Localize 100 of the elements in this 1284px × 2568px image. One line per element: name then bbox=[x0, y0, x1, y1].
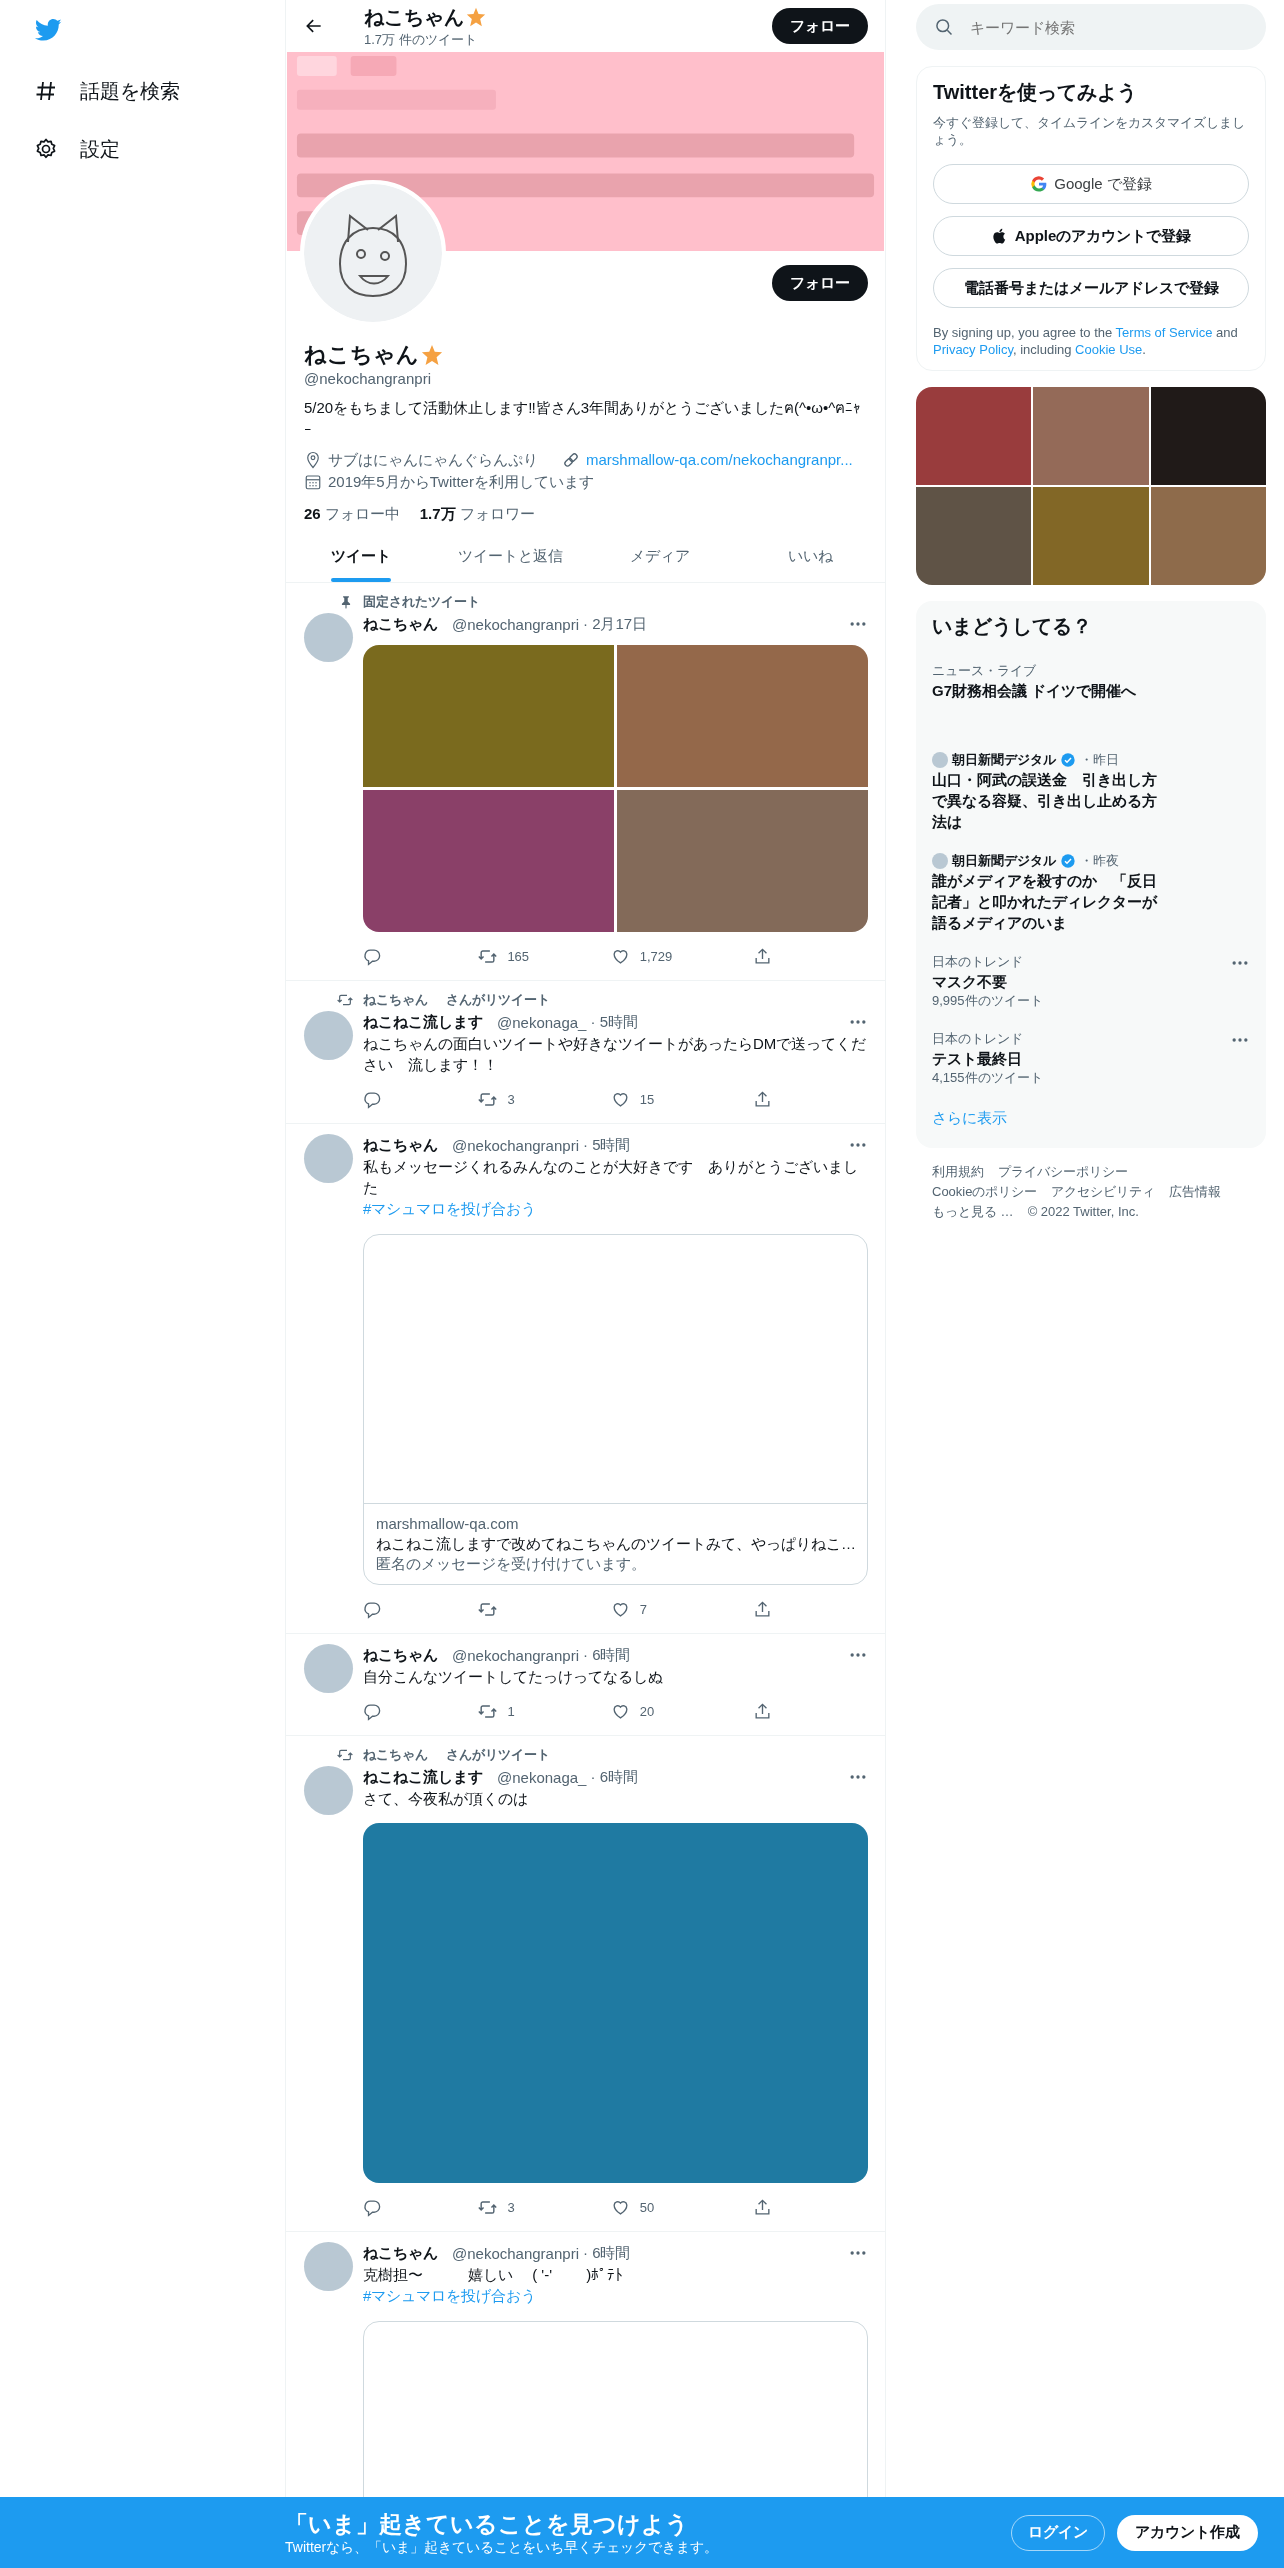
footer-link[interactable]: プライバシーポリシー bbox=[998, 1164, 1128, 1180]
tweet-time: · 2月17日 bbox=[583, 614, 648, 634]
search-bar[interactable]: キーワード検索 bbox=[916, 4, 1266, 50]
trend-category: 日本のトレンド bbox=[932, 1030, 1023, 1048]
share-icon[interactable] bbox=[752, 1599, 772, 1619]
like-count: 7 bbox=[639, 1601, 647, 1617]
profile-bio: 5/20をもちまして活動休止します‼皆さん3年間ありがとうございましたฅ(^•ω•^ฅﾆｬｰ bbox=[304, 398, 863, 440]
media-tile[interactable] bbox=[1150, 487, 1266, 585]
media-tile[interactable] bbox=[1033, 387, 1149, 485]
card-title: ねこねこ流しますで改めてねこちゃんのツイートみて、やっぱりねこ… bbox=[376, 1534, 855, 1554]
card-title: Twitterを使ってみよう bbox=[933, 80, 1139, 105]
footer-link[interactable]: 利用規約 bbox=[932, 1164, 984, 1180]
trend-category: ニュース・ライブ bbox=[932, 662, 1036, 680]
card-description: 匿名のメッセージを受け付けています。 bbox=[376, 1554, 647, 1574]
news-headline[interactable]: 山口・阿武の誤送金 引き出し方で異なる容疑、引き出し止める方法は bbox=[932, 769, 1168, 832]
retweeter-name: ねこちゃん bbox=[363, 1746, 428, 1764]
trend-category: 日本のトレンド bbox=[932, 953, 1023, 971]
follow-button[interactable]: フォロー bbox=[772, 8, 868, 44]
search-field[interactable]: キーワード検索 bbox=[968, 17, 1248, 37]
author-handle: @nekonaga_ bbox=[497, 1768, 587, 1786]
author-name: ねこちゃん bbox=[363, 614, 438, 634]
profile-name: ねこちゃん bbox=[304, 341, 419, 369]
signup-button[interactable]: Google で登録 bbox=[933, 164, 1249, 204]
footer-link[interactable]: アクセシビリティ bbox=[1051, 1184, 1156, 1200]
followers-link[interactable]: 1.7万 フォロワー bbox=[419, 505, 535, 524]
star-icon bbox=[421, 344, 443, 366]
source-name: 朝日新聞デジタル bbox=[952, 751, 1056, 769]
follow-button[interactable]: フォロー bbox=[772, 265, 868, 301]
author-handle: @nekochangranpri bbox=[452, 1136, 579, 1154]
footer-link[interactable]: もっと見る … bbox=[932, 1204, 1014, 1220]
location-icon bbox=[304, 451, 322, 469]
source-name: 朝日新聞デジタル bbox=[952, 852, 1056, 870]
join-date: 2019年5月からTwitterを利用しています bbox=[328, 472, 594, 492]
link-card[interactable]: marshmallow-qa.com ねこねこ流しますで改めてねこちゃんのツイートみて、やっぱりねこ… 匿名のメッセージを受け付けています。 bbox=[363, 1234, 868, 1585]
reply-icon[interactable] bbox=[363, 1089, 382, 1109]
search-icon bbox=[934, 17, 954, 37]
trend-title[interactable]: テスト最終日 bbox=[932, 1048, 1022, 1069]
signup-button[interactable]: 電話番号またはメールアドレスで登録 bbox=[933, 268, 1249, 308]
source-avatar bbox=[932, 752, 948, 768]
tweet-time: · 6時間 bbox=[590, 1767, 638, 1787]
media-tile[interactable] bbox=[1033, 487, 1149, 585]
reply-icon[interactable] bbox=[363, 1701, 382, 1721]
author-handle: @nekochangranpri bbox=[452, 2244, 579, 2262]
settings-icon bbox=[34, 137, 58, 161]
nav-item[interactable]: 話題を検索 bbox=[34, 62, 180, 120]
footer-link[interactable]: 広告情報 bbox=[1169, 1184, 1222, 1200]
reply-icon[interactable] bbox=[363, 2197, 382, 2217]
retweeter-name: ねこちゃん bbox=[363, 991, 428, 1009]
nav-item[interactable]: 設定 bbox=[34, 120, 120, 178]
author-handle: @nekochangranpri bbox=[452, 615, 579, 633]
media-tile[interactable] bbox=[363, 790, 614, 932]
share-icon[interactable] bbox=[752, 1701, 772, 1721]
profile-handle: @nekochangranpri bbox=[304, 370, 432, 387]
tweet-text: ねこちゃんの面白いツイートや好きなツイートがあったらDMで送ってください 流します！！ bbox=[363, 1034, 868, 1075]
trend-title[interactable]: G7財務相会議 ドイツで開催へ bbox=[932, 680, 1137, 701]
pin-icon bbox=[339, 595, 353, 609]
share-icon[interactable] bbox=[752, 1089, 772, 1109]
location-text: サブはにゃんにゃんぐらんぷり bbox=[328, 450, 538, 470]
author-name: ねこちゃん bbox=[363, 1135, 438, 1155]
tab[interactable]: メディア bbox=[585, 530, 736, 582]
author-handle: @nekonaga_ bbox=[497, 1013, 587, 1031]
tweet-text: 自分こんなツイートしてたっけってなるしぬ bbox=[363, 1667, 664, 1687]
trend-title[interactable]: マスク不要 bbox=[932, 971, 1007, 992]
media-tile[interactable] bbox=[617, 790, 868, 932]
signup-button[interactable]: Appleのアカウントで登録 bbox=[933, 216, 1249, 256]
tab[interactable]: ツイート bbox=[286, 530, 436, 582]
reply-icon[interactable] bbox=[363, 946, 382, 966]
following-link[interactable]: 26 フォロー中 bbox=[304, 505, 400, 524]
tweet-count: 4,155件のツイート bbox=[932, 1069, 1043, 1087]
media-tile[interactable] bbox=[363, 1823, 868, 2183]
like-count: 20 bbox=[639, 1703, 655, 1719]
star-icon bbox=[466, 7, 486, 27]
share-icon[interactable] bbox=[752, 946, 772, 966]
tweet-time: · 5時間 bbox=[583, 1135, 631, 1155]
media-tile[interactable] bbox=[916, 487, 1032, 585]
tab[interactable]: ツイートと返信 bbox=[435, 530, 586, 582]
hash-icon bbox=[34, 79, 58, 103]
author-name: ねこちゃん bbox=[363, 1645, 438, 1665]
retweet-count: 3 bbox=[507, 2199, 515, 2215]
news-time: ・昨日 bbox=[1080, 751, 1119, 769]
reply-icon[interactable] bbox=[363, 1599, 382, 1619]
tab[interactable]: いいね bbox=[735, 530, 885, 582]
bird-icon[interactable] bbox=[34, 16, 62, 44]
media-tile[interactable] bbox=[916, 387, 1032, 485]
link-icon bbox=[562, 451, 580, 469]
news-headline[interactable]: 誰がメディアを殺すのか 「反日記者」と叩かれたディレクターが語るメディアのいま bbox=[932, 870, 1168, 933]
footer-link[interactable]: Cookieのポリシー bbox=[932, 1184, 1038, 1200]
tweet-text: 私もメッセージくれるみんなのことが大好きです ありがとうございました bbox=[363, 1157, 859, 1198]
share-icon[interactable] bbox=[752, 2197, 772, 2217]
media-tile[interactable] bbox=[617, 645, 868, 787]
copyright: © 2022 Twitter, Inc. bbox=[1027, 1204, 1139, 1220]
media-tile[interactable] bbox=[363, 645, 614, 787]
banner-title: 「いま」起きていることを見つけよう bbox=[285, 2509, 690, 2538]
card-subtitle: 今すぐ登録して、タイムラインをカスタマイズしましょう。 bbox=[933, 114, 1246, 148]
media-tile[interactable] bbox=[1150, 387, 1266, 485]
panel-title: いまどうしてる？ bbox=[931, 614, 1093, 639]
signup-button[interactable]: アカウント作成 bbox=[1117, 2514, 1258, 2551]
legal-text: By signing up, you agree to the Terms of Service and Privacy Policy, including Cookie Use. bbox=[933, 324, 1239, 358]
retweet-icon bbox=[337, 992, 353, 1008]
tweet-text: 克樹担〜 嬉しい ( '-' )ﾎﾟﾃﾄ bbox=[363, 2265, 625, 2285]
